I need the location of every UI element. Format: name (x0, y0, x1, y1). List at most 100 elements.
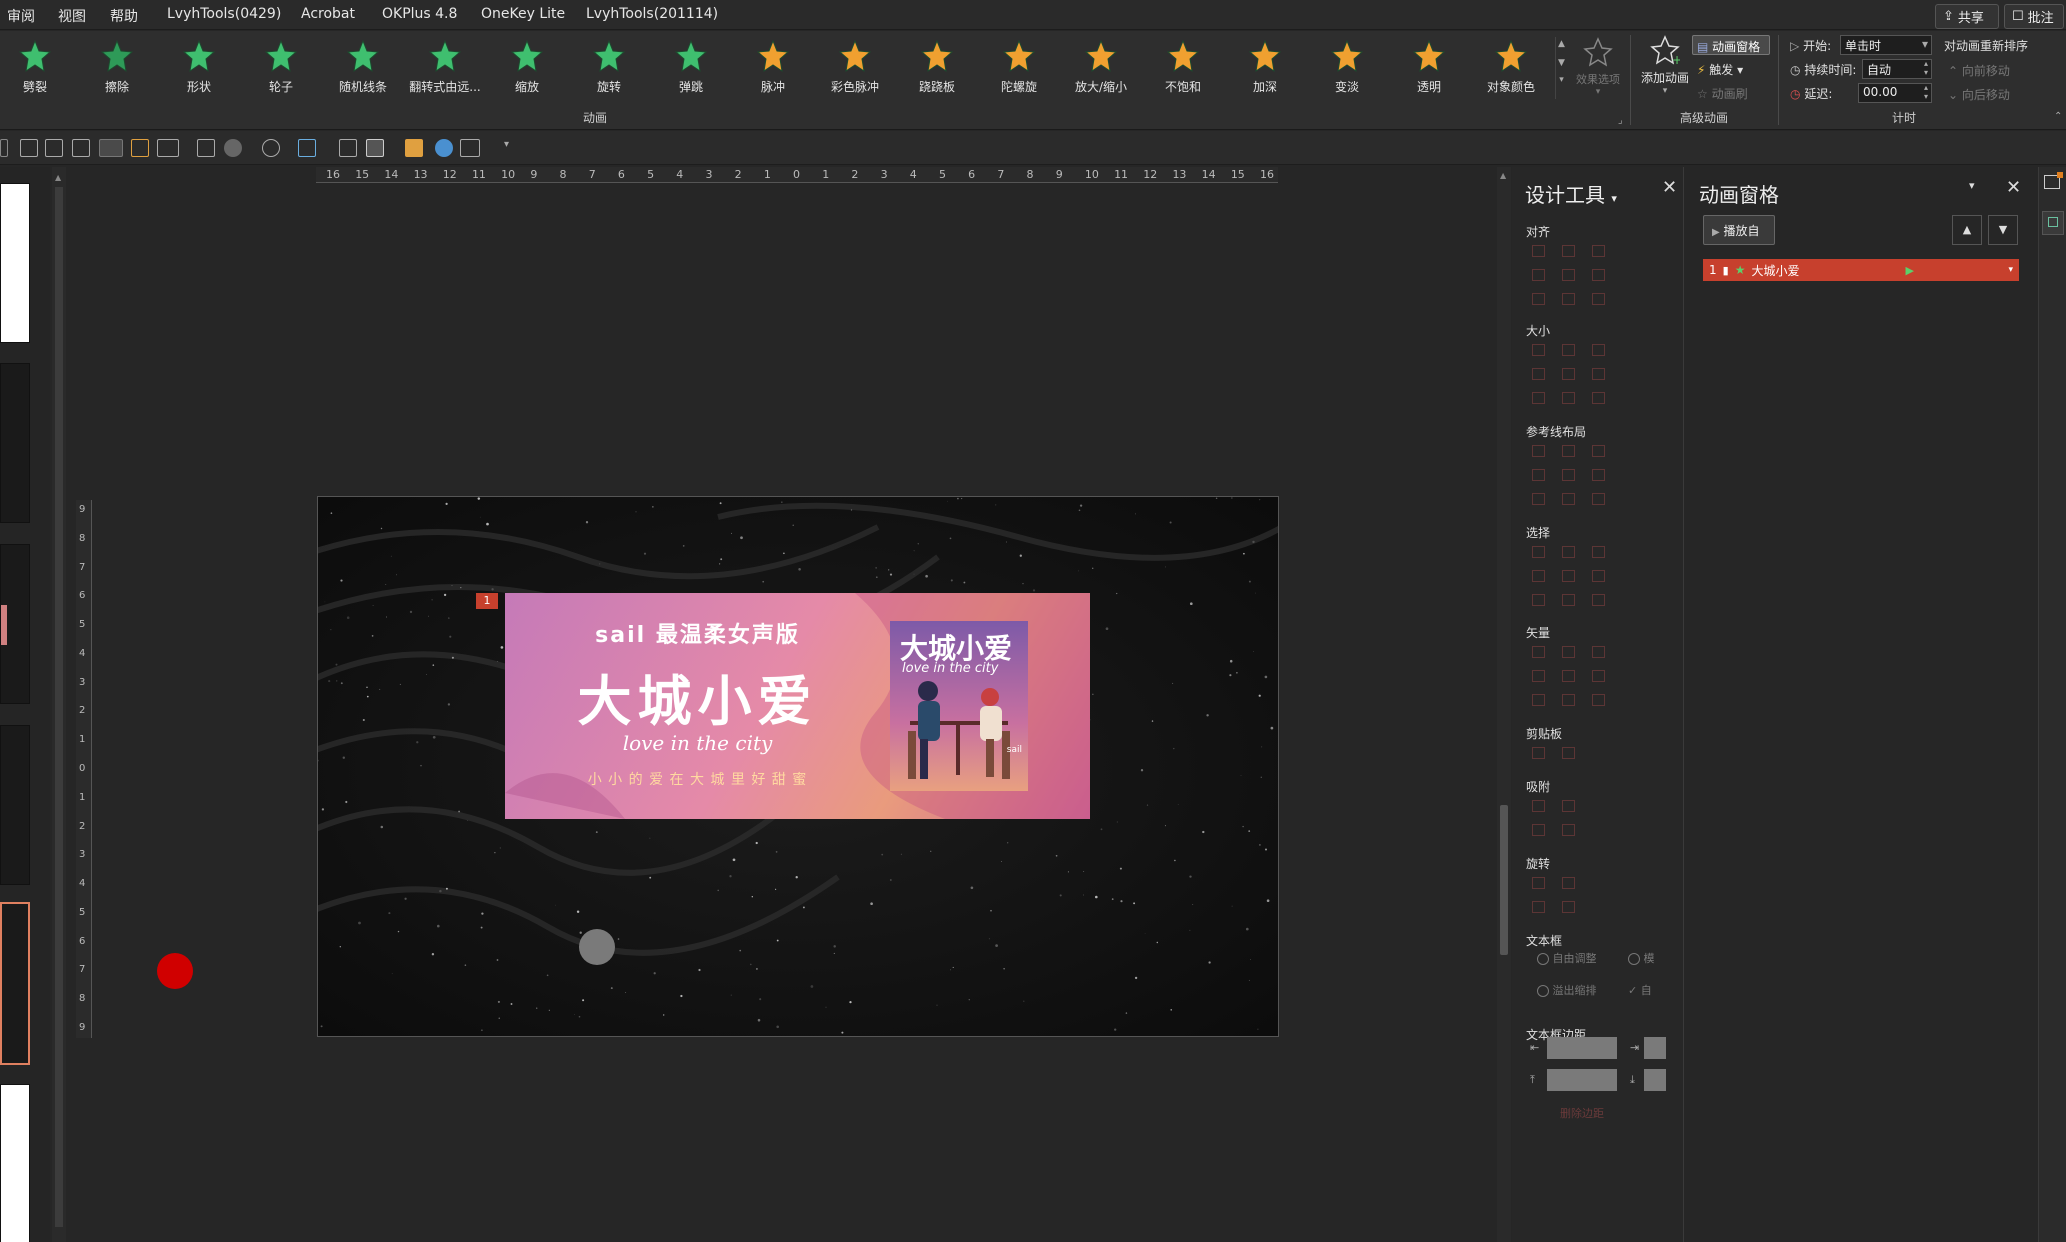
design-tool-icon[interactable] (1532, 594, 1545, 606)
design-tool-icon[interactable] (1562, 824, 1575, 836)
move-down-button[interactable]: ▼ (1988, 215, 2018, 245)
group-icon[interactable] (72, 139, 90, 157)
design-tool-icon[interactable] (1562, 570, 1575, 582)
design-tool-icon[interactable] (1532, 392, 1545, 404)
effect-15[interactable]: 不饱和 (1142, 39, 1224, 99)
design-tool-icon[interactable] (1592, 293, 1605, 305)
bring-forward-icon[interactable] (20, 139, 38, 157)
effect-1[interactable]: 劈裂 (0, 39, 76, 99)
design-tool-icon[interactable] (1532, 670, 1545, 682)
design-tool-icon[interactable] (1562, 493, 1575, 505)
design-tool-icon[interactable] (1532, 747, 1545, 759)
gallery-scroll[interactable]: ▲ ▼ ▾ (1555, 37, 1567, 99)
design-tool-icon[interactable] (1592, 245, 1605, 257)
design-tool-icon[interactable] (1592, 694, 1605, 706)
design-tool-icon[interactable] (1562, 245, 1575, 257)
share-button[interactable]: ⇪ 共享 (1935, 4, 1999, 29)
design-tool-icon[interactable] (1532, 800, 1545, 812)
animation-pane-tab-icon[interactable] (2042, 211, 2064, 235)
effect-2[interactable]: 擦除 (76, 39, 158, 99)
slide-thumbnail-selected[interactable] (0, 902, 30, 1065)
design-tool-icon[interactable] (1592, 670, 1605, 682)
shape-radio[interactable]: 模 (1628, 950, 1655, 966)
design-tool-icon[interactable] (1562, 901, 1575, 913)
design-tool-icon[interactable] (1592, 344, 1605, 356)
design-tool-icon[interactable] (1562, 747, 1575, 759)
text-effect-icon[interactable] (460, 139, 480, 157)
pane-options-icon[interactable]: ▾ (1969, 179, 1975, 192)
item-dropdown-icon[interactable]: ▾ (2008, 265, 2013, 275)
autofit-radio[interactable]: 自由调整 (1537, 950, 1597, 966)
effect-19[interactable]: 对象颜色 (1470, 39, 1552, 99)
pane-switch-icon[interactable] (2044, 172, 2063, 189)
design-tool-icon[interactable] (1562, 344, 1575, 356)
shape-outline-icon[interactable] (298, 139, 316, 157)
effect-8[interactable]: 旋转 (568, 39, 650, 99)
scroll-thumb[interactable] (1500, 805, 1508, 955)
design-tool-icon[interactable] (1592, 594, 1605, 606)
horizontal-ruler[interactable]: 16 15 14 13 12 11 10 9 8 7 6 5 4 3 2 1 0 1 2 3 4 5 6 7 8 9 10 11 12 1… (316, 167, 1278, 183)
menu-view[interactable]: 视图 (58, 6, 86, 26)
design-tool-icon[interactable] (1592, 368, 1605, 380)
animation-list-item[interactable]: 1 ▮ ★ 大城小爱 ▶ ▾ (1703, 259, 2019, 281)
effect-7[interactable]: 缩放 (486, 39, 568, 99)
move-later-button[interactable]: ⌄ 向后移动 (1948, 86, 2010, 103)
design-tool-icon[interactable] (1562, 594, 1575, 606)
design-tool-icon[interactable] (1562, 800, 1575, 812)
delete-margin-link[interactable]: 删除边距 (1560, 1105, 1604, 1121)
design-tool-icon[interactable] (1532, 293, 1545, 305)
overflow-radio[interactable]: 溢出缩排 (1537, 982, 1597, 998)
design-tool-icon[interactable] (1532, 344, 1545, 356)
design-tool-icon[interactable] (1532, 445, 1545, 457)
effect-14[interactable]: 放大/缩小 (1060, 39, 1142, 99)
design-tool-icon[interactable] (1532, 877, 1545, 889)
menu-review[interactable]: 审阅 (7, 6, 35, 26)
design-tool-icon[interactable] (1562, 546, 1575, 558)
design-tool-icon[interactable] (1562, 269, 1575, 281)
slide-thumbnail[interactable] (0, 183, 30, 343)
thumbnail-scrollbar[interactable]: ▲ (52, 167, 66, 1242)
bottom-margin-input[interactable] (1644, 1069, 1666, 1091)
design-tool-icon[interactable] (1532, 646, 1545, 658)
customize-toolbar-icon[interactable]: ▾ (504, 139, 522, 157)
design-tool-icon[interactable] (1562, 445, 1575, 457)
merge-shapes-icon[interactable] (262, 139, 280, 157)
comment-button[interactable]: ☐ 批注 (2004, 4, 2064, 29)
design-tool-icon[interactable] (1592, 469, 1605, 481)
menu-lvyhtools-0429[interactable]: LvyhTools(0429) (167, 6, 281, 22)
toolbar-edge-icon[interactable] (0, 139, 8, 157)
start-select[interactable]: 单击时 ▾ (1840, 35, 1932, 55)
design-tool-icon[interactable] (1562, 877, 1575, 889)
menu-acrobat[interactable]: Acrobat (301, 6, 355, 22)
design-tool-icon[interactable] (1532, 245, 1545, 257)
design-tool-icon[interactable] (1592, 570, 1605, 582)
move-up-button[interactable]: ▲ (1952, 215, 1982, 245)
slide-thumbnail[interactable] (0, 544, 30, 704)
effect-10[interactable]: 脉冲 (732, 39, 814, 99)
design-tool-icon[interactable] (1562, 392, 1575, 404)
trigger-button[interactable]: ⚡ 触发 ▾ (1697, 61, 1743, 78)
slide-thumbnail[interactable] (0, 1084, 30, 1242)
design-tool-icon[interactable] (1562, 293, 1575, 305)
delay-input[interactable]: 00.00 ▴ ▾ (1858, 83, 1932, 103)
play-from-button[interactable]: ▶ 播放自 (1703, 215, 1775, 245)
effect-3[interactable]: 形状 (158, 39, 240, 99)
right-margin-input[interactable] (1644, 1037, 1666, 1059)
design-tool-icon[interactable] (1592, 546, 1605, 558)
design-tool-icon[interactable] (1532, 570, 1545, 582)
effect-5[interactable]: 随机线条 (322, 39, 404, 99)
edit-points-icon[interactable] (197, 139, 215, 157)
design-tool-icon[interactable] (1562, 646, 1575, 658)
animation-order-badge[interactable]: 1 (476, 593, 498, 609)
design-tools-close-icon[interactable]: ✕ (1662, 177, 1677, 198)
vertical-ruler[interactable]: 9 8 7 6 5 4 3 2 1 0 1 2 3 4 5 6 7 8 9 (76, 500, 92, 1038)
design-tool-icon[interactable] (1532, 269, 1545, 281)
effect-6[interactable]: 翻转式由远... (404, 39, 486, 99)
effect-17[interactable]: 变淡 (1306, 39, 1388, 99)
fill-circle-icon[interactable] (224, 139, 242, 157)
design-tool-icon[interactable] (1532, 493, 1545, 505)
effect-4[interactable]: 轮子 (240, 39, 322, 99)
design-tool-icon[interactable] (1562, 368, 1575, 380)
animation-painter-button[interactable]: ☆ 动画刷 (1697, 85, 1748, 102)
design-tool-icon[interactable] (1562, 469, 1575, 481)
